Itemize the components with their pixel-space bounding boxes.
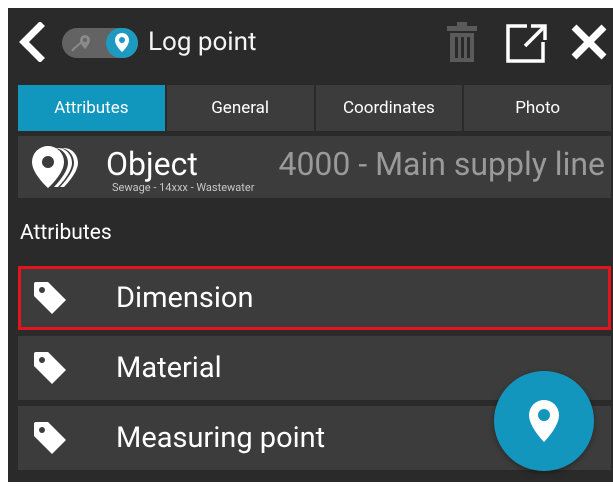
route-pin-icon [70, 33, 94, 53]
tag-icon [32, 280, 68, 316]
tab-general[interactable]: General [166, 85, 314, 131]
log-location-fab[interactable] [494, 371, 594, 471]
object-selector[interactable]: Object 4000 - Main supply line Sewage - … [18, 136, 611, 198]
attributes-heading: Attributes [20, 221, 112, 245]
object-label: Object [106, 145, 198, 183]
tag-icon [32, 420, 68, 456]
tab-coordinates[interactable]: Coordinates [315, 85, 463, 131]
top-bar: Log point [8, 8, 613, 76]
expand-icon [506, 24, 547, 63]
map-pin-icon [115, 33, 129, 52]
close-button[interactable] [569, 22, 609, 62]
trash-icon [447, 22, 477, 62]
pipeline-icon [30, 144, 82, 190]
app-screen: Log point Attributes General Coordinates… [8, 8, 613, 482]
toggle-knob [106, 28, 138, 58]
attribute-label: Material [116, 351, 222, 385]
attribute-label: Dimension [116, 281, 254, 315]
object-subtitle: Sewage - 14xxx - Wastewater [112, 181, 255, 194]
location-pin-icon [529, 400, 559, 442]
tab-photo[interactable]: Photo [464, 85, 611, 131]
object-value: 4000 - Main supply line [278, 145, 605, 183]
delete-button[interactable] [445, 20, 479, 64]
tab-bar: Attributes General Coordinates Photo [18, 85, 611, 131]
chevron-left-icon [19, 21, 45, 63]
expand-button[interactable] [505, 22, 549, 64]
attribute-label: Measuring point [116, 421, 326, 455]
tag-icon [32, 350, 68, 386]
tab-attributes[interactable]: Attributes [18, 85, 165, 131]
attribute-row-dimension[interactable]: Dimension [18, 266, 611, 330]
mode-toggle[interactable] [62, 28, 138, 58]
close-icon [571, 24, 607, 60]
page-title: Log point [148, 27, 257, 57]
back-button[interactable] [16, 21, 46, 63]
